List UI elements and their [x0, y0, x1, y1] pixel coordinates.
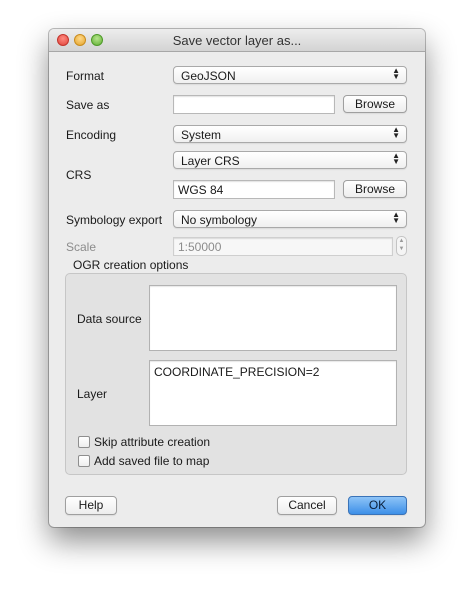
- up-down-chevron-icon: ▲ ▼: [392, 210, 400, 225]
- browse-button[interactable]: Browse: [343, 95, 407, 113]
- save-vector-layer-dialog: Save vector layer as... Format GeoJSON ▲…: [49, 29, 425, 527]
- ogr-group-title: OGR creation options: [73, 258, 189, 272]
- add-saved-file-checkbox[interactable]: [78, 455, 90, 467]
- ogr-creation-options-group: Data source Layer COORDINATE_PRECISION=2…: [65, 273, 407, 475]
- format-combo[interactable]: GeoJSON ▲ ▼: [173, 66, 407, 84]
- up-down-chevron-icon: ▲ ▼: [392, 151, 400, 166]
- save-as-label: Save as: [66, 98, 110, 112]
- data-source-label: Data source: [77, 312, 142, 326]
- cancel-button[interactable]: Cancel: [277, 496, 337, 515]
- encoding-label: Encoding: [66, 128, 117, 142]
- help-button[interactable]: Help: [65, 496, 117, 515]
- crs-label: CRS: [66, 168, 92, 182]
- scale-label: Scale: [66, 240, 97, 254]
- scale-stepper[interactable]: ▲ ▼: [396, 236, 407, 256]
- scale-input[interactable]: 1:50000: [173, 237, 393, 256]
- crs-combo[interactable]: Layer CRS ▲ ▼: [173, 151, 407, 169]
- save-as-input[interactable]: [173, 95, 335, 114]
- format-label: Format: [66, 69, 105, 83]
- title-bar[interactable]: Save vector layer as...: [49, 29, 425, 52]
- up-down-chevron-icon: ▲ ▼: [392, 66, 400, 81]
- crs-field[interactable]: WGS 84: [173, 180, 335, 199]
- add-saved-file-label[interactable]: Add saved file to map: [94, 454, 209, 468]
- layer-label: Layer: [77, 387, 108, 401]
- symbology-export-combo[interactable]: No symbology ▲ ▼: [173, 210, 407, 228]
- symbology-value: No symbology: [181, 213, 258, 227]
- format-value: GeoJSON: [181, 69, 236, 83]
- layer-textarea[interactable]: COORDINATE_PRECISION=2: [149, 360, 397, 426]
- crs-browse-button[interactable]: Browse: [343, 180, 407, 198]
- crs-combo-value: Layer CRS: [181, 154, 240, 168]
- skip-attribute-creation-label[interactable]: Skip attribute creation: [94, 435, 210, 449]
- skip-attribute-creation-checkbox[interactable]: [78, 436, 90, 448]
- scale-value: 1:50000: [178, 240, 222, 254]
- encoding-value: System: [181, 128, 222, 142]
- window-title: Save vector layer as...: [172, 33, 302, 48]
- up-down-chevron-icon: ▲ ▼: [392, 125, 400, 140]
- data-source-textarea[interactable]: [149, 285, 397, 351]
- symbology-export-label: Symbology export: [66, 213, 163, 227]
- encoding-combo[interactable]: System ▲ ▼: [173, 125, 407, 143]
- crs-field-value: WGS 84: [178, 183, 224, 197]
- layer-value: COORDINATE_PRECISION=2: [154, 365, 320, 379]
- ok-button[interactable]: OK: [348, 496, 407, 515]
